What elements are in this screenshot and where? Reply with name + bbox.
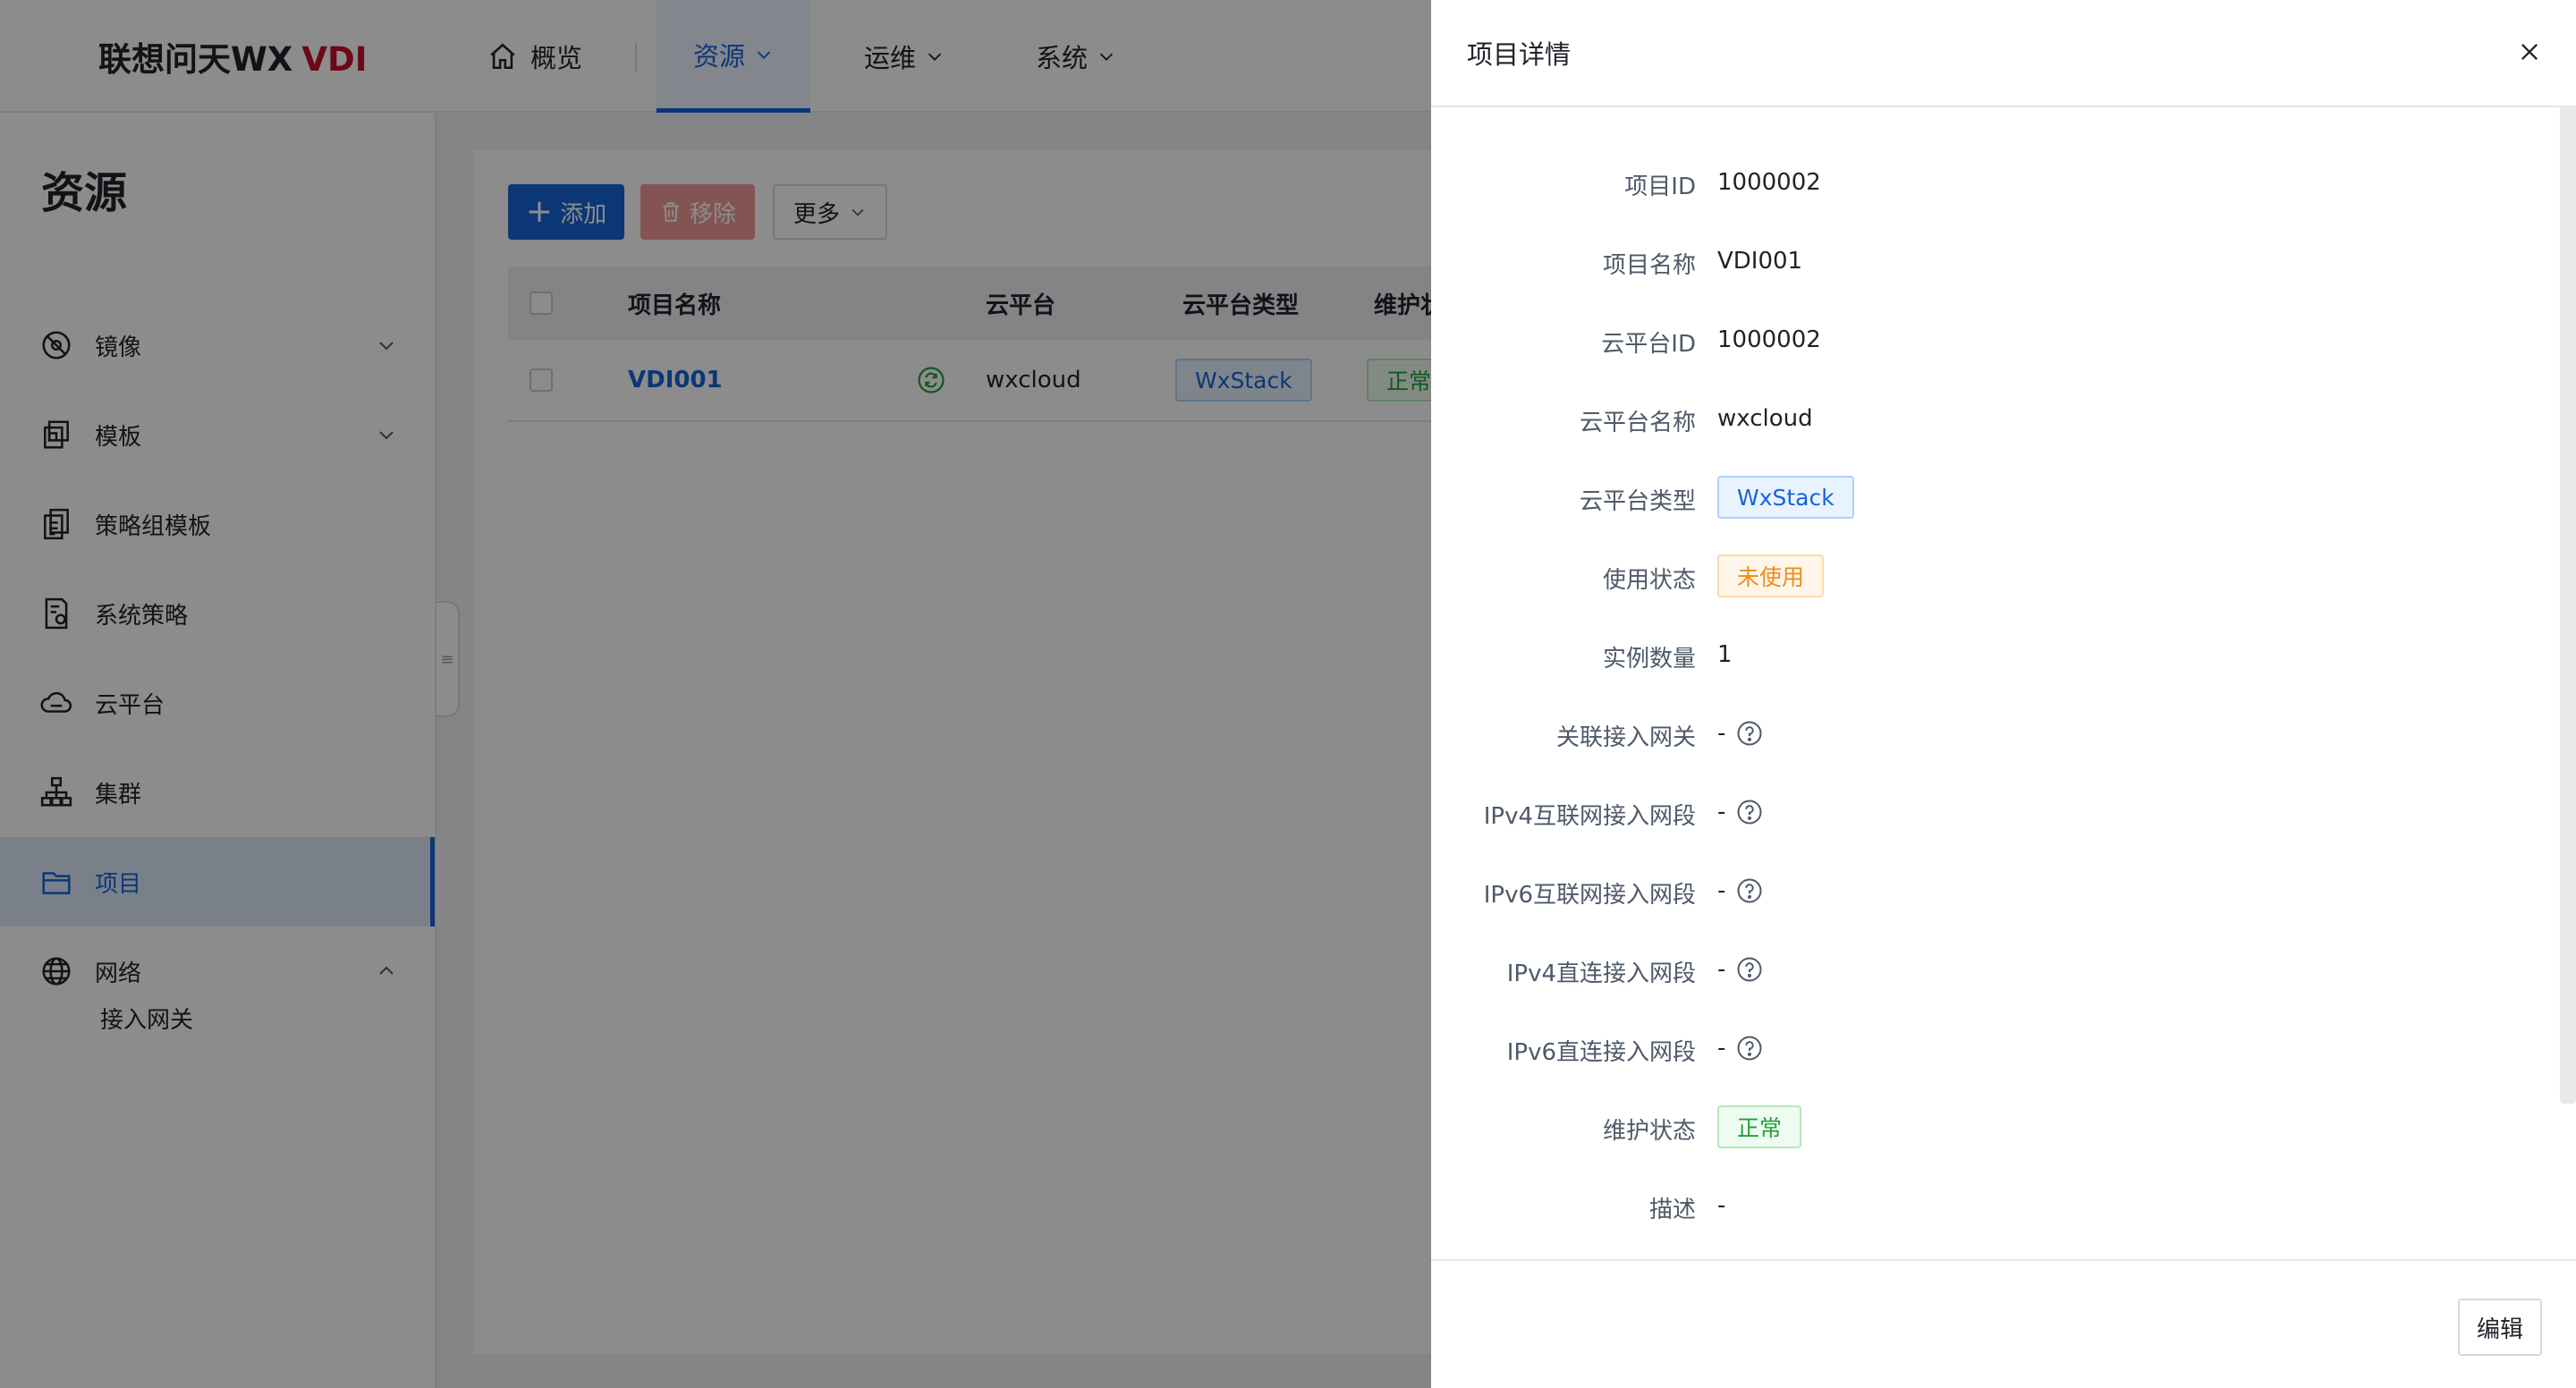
drawer-header: 项目详情 [1431,0,2576,107]
field-label: 云平台名称 [1579,410,1696,436]
help-icon[interactable] [1736,877,1763,904]
field-maintenance-status: 维护状态 正常 [1431,1100,2576,1154]
field-instance-count: 实例数量 1 [1431,628,2576,681]
field-label: 维护状态 [1602,1118,1696,1145]
field-value: - [1717,956,1726,983]
drawer-footer: 编辑 [1431,1259,2576,1388]
field-label: 使用状态 [1602,567,1696,594]
field-value: VDI001 [1717,248,1803,275]
field-usage-status: 使用状态 未使用 [1431,549,2576,603]
field-label: 关联接入网关 [1555,724,1696,751]
field-label: IPv6互联网接入网段 [1483,882,1696,909]
field-ipv4-internet: IPv4互联网接入网段 - [1431,785,2576,839]
field-cloud-name: 云平台名称 wxcloud [1431,392,2576,445]
field-description: 描述 - [1431,1179,2576,1232]
edit-button[interactable]: 编辑 [2458,1299,2542,1356]
close-icon[interactable] [2517,39,2542,64]
usage-status-badge: 未使用 [1717,554,1825,597]
field-value: - [1717,1035,1726,1062]
field-label: 项目ID [1624,174,1696,200]
project-detail-drawer: 项目详情 项目ID 1000002 项目名称 VDI001 云平台ID 1000… [1431,0,2576,1388]
field-label: 云平台ID [1601,331,1696,358]
field-label: 描述 [1648,1197,1696,1223]
field-ipv6-internet: IPv6互联网接入网段 - [1431,864,2576,918]
help-icon[interactable] [1736,720,1763,747]
field-value: 1000002 [1717,169,1821,196]
field-cloud-type: 云平台类型 WxStack [1431,470,2576,524]
help-icon[interactable] [1736,1035,1763,1062]
field-label: IPv4直连接入网段 [1506,961,1696,987]
field-value: wxcloud [1717,405,1813,432]
field-label: IPv6直连接入网段 [1506,1039,1696,1066]
drawer-title: 项目详情 [1467,39,1572,70]
cloud-type-tag: WxStack [1717,476,1854,519]
help-icon[interactable] [1736,956,1763,983]
field-value: - [1717,720,1726,747]
field-value: - [1717,1192,1726,1219]
drawer-scrollbar[interactable] [2560,106,2576,1104]
field-cloud-id: 云平台ID 1000002 [1431,313,2576,367]
help-icon[interactable] [1736,799,1763,825]
field-gateway: 关联接入网关 - [1431,707,2576,760]
field-project-id: 项目ID 1000002 [1431,156,2576,209]
field-label: 云平台类型 [1579,488,1696,515]
field-ipv6-direct: IPv6直连接入网段 - [1431,1021,2576,1075]
field-value: - [1717,799,1726,825]
drawer-body: 项目ID 1000002 项目名称 VDI001 云平台ID 1000002 云… [1431,109,2576,1259]
field-value: 1000002 [1717,326,1821,353]
field-ipv4-direct: IPv4直连接入网段 - [1431,943,2576,996]
field-project-name: 项目名称 VDI001 [1431,234,2576,288]
field-value: - [1717,877,1726,904]
maintenance-status-badge: 正常 [1717,1105,1802,1148]
field-value: 1 [1717,641,1733,668]
field-label: IPv4互联网接入网段 [1483,803,1696,830]
field-label: 项目名称 [1602,252,1696,279]
field-label: 实例数量 [1602,646,1696,673]
